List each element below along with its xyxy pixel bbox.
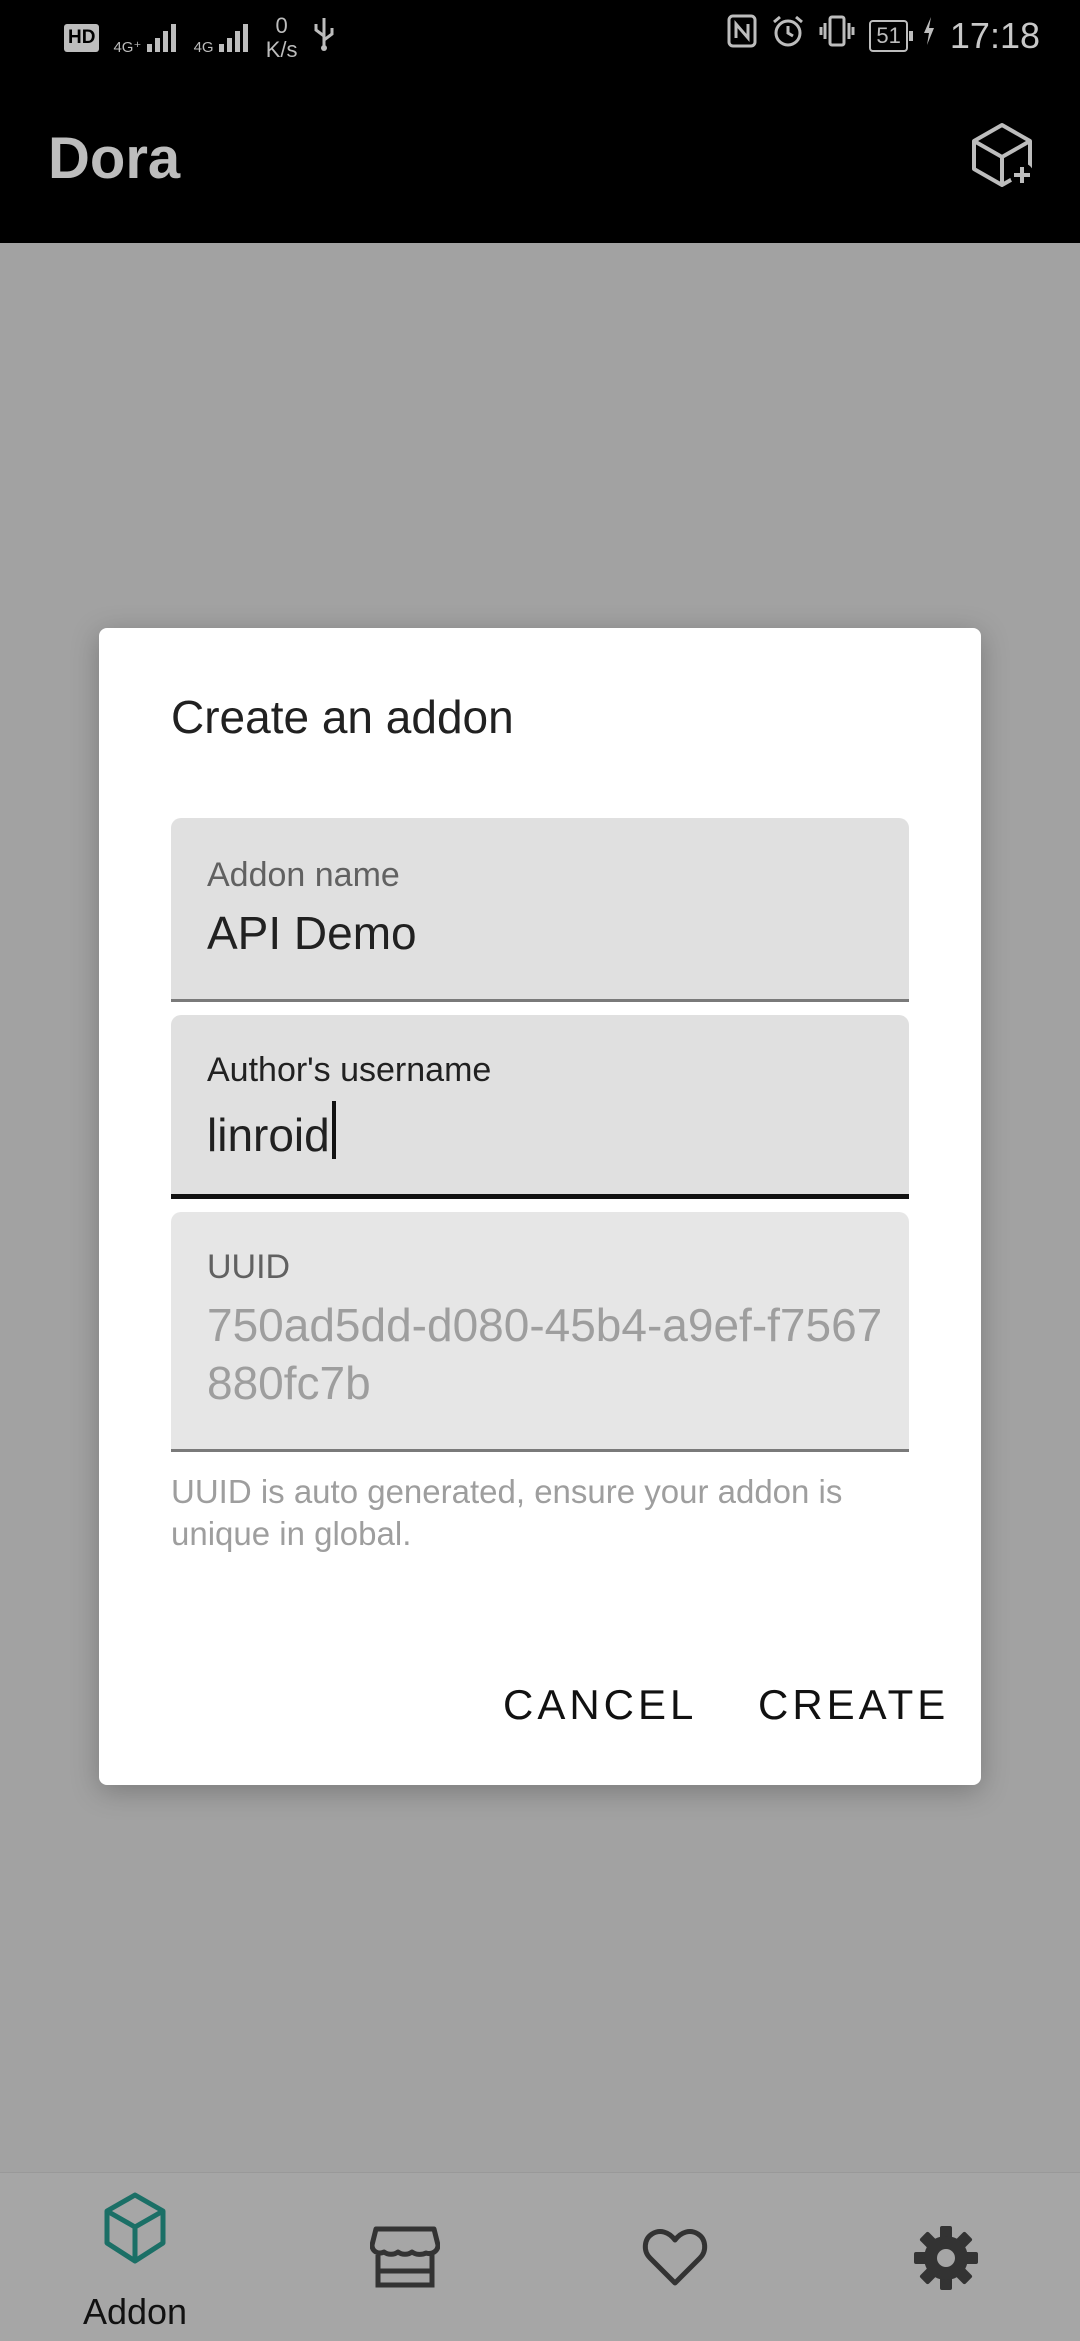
usb-icon [312,16,336,61]
dialog-title: Create an addon [171,691,514,743]
charging-icon [922,16,936,55]
text-cursor [331,1101,336,1159]
bottom-navigation: Addon [0,2172,1080,2341]
author-username-value: linroid [207,1109,330,1161]
net-speed: 0 K/s [266,14,298,62]
nav-label-addon: Addon [82,2291,188,2332]
app-title: Dora [48,126,181,191]
net-speed-unit: K/s [265,37,298,62]
net-speed-value: 0 [275,13,288,38]
alarm-icon [771,14,805,57]
author-username-input[interactable]: linroid [207,1101,336,1162]
nav-item-store[interactable] [270,2173,540,2341]
clock: 17:18 [949,14,1040,56]
uuid-underline [171,1449,909,1452]
addon-name-field[interactable]: Addon name API Demo [171,818,909,1002]
add-cube-icon [972,123,1034,187]
author-username-underline [171,1194,909,1199]
store-icon [370,2226,440,2288]
addon-name-underline [171,999,909,1002]
create-addon-dialog: Create an addon Addon name API Demo Auth… [99,628,981,1785]
add-addon-button[interactable] [962,117,1042,197]
gear-icon [914,2226,978,2290]
create-button[interactable]: CREATE [758,1681,949,1729]
nav-item-favorites[interactable] [540,2173,810,2341]
heart-icon [642,2229,708,2286]
app-bar: Dora [0,75,1080,243]
nfc-icon [727,14,757,57]
uuid-helper-text: UUID is auto generated, ensure your addo… [171,1473,843,1552]
addon-name-value: API Demo [207,907,417,959]
uuid-value: 750ad5dd-d080-45b4-a9ef-f7567880fc7b [207,1299,883,1409]
author-username-field[interactable]: Author's username linroid [171,1015,909,1199]
uuid-field: UUID 750ad5dd-d080-45b4-a9ef-f7567880fc7… [171,1212,909,1452]
nav-item-settings[interactable] [810,2173,1080,2341]
addon-name-label: Addon name [207,856,400,894]
signal-icon-1: 4G⁺ [113,22,179,55]
signal-label-1: 4G⁺ [113,38,142,56]
vibrate-icon [819,14,855,57]
author-username-label: Author's username [207,1051,492,1089]
status-bar: HD 4G⁺ 4G 0 K/s 51 17:18 [0,0,1080,75]
battery-icon: 51 [869,19,914,52]
nav-item-addon[interactable]: Addon [0,2173,270,2341]
signal-label-2: 4G [193,38,214,56]
hd-badge: HD [64,24,100,52]
cancel-button[interactable]: CANCEL [503,1681,697,1729]
uuid-label: UUID [207,1248,291,1286]
signal-icon-2: 4G [194,22,252,55]
cube-icon [104,2192,166,2264]
